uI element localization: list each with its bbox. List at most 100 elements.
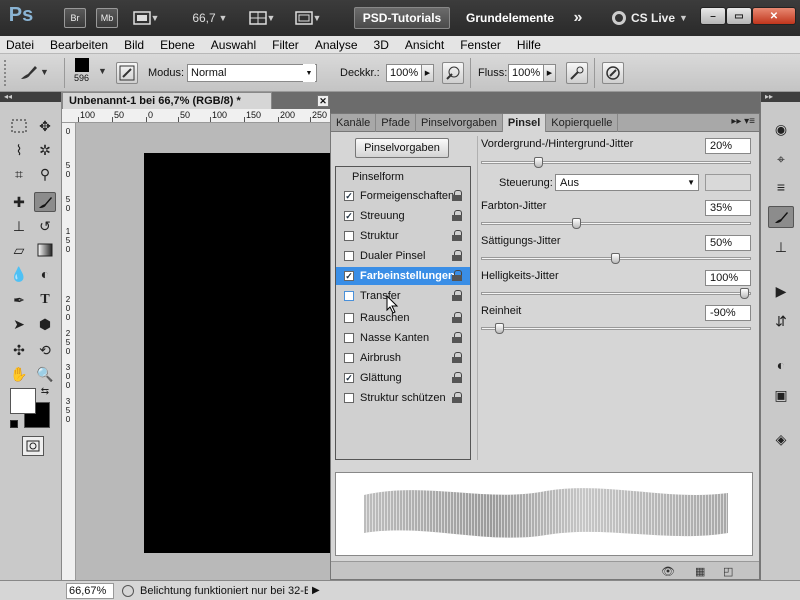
checkbox[interactable] <box>344 231 354 241</box>
maximize-button[interactable]: ▭ <box>726 7 752 25</box>
vh-jitter-input[interactable]: 20% <box>705 138 751 154</box>
menu-3d[interactable]: 3D <box>374 38 389 52</box>
minimize-button[interactable]: – <box>700 7 726 25</box>
lock-icon[interactable] <box>452 230 462 241</box>
menu-bild[interactable]: Bild <box>124 38 144 52</box>
steuerung-select[interactable]: Aus ▼ <box>555 174 699 191</box>
collapse-icon[interactable]: ◂◂ <box>0 92 61 102</box>
lock-icon[interactable] <box>452 290 462 301</box>
menu-datei[interactable]: Datei <box>6 38 34 52</box>
menu-hilfe[interactable]: Hilfe <box>517 38 541 52</box>
workspace-grundelemente[interactable]: Grundelemente <box>460 8 560 28</box>
toggle-brush-panel-button[interactable] <box>116 62 138 84</box>
chevron-down-icon[interactable]: ▼ <box>98 66 107 76</box>
menu-bearbeiten[interactable]: Bearbeiten <box>50 38 108 52</box>
list-item-airbrush[interactable]: Airbrush <box>336 349 470 367</box>
helligkeits-jitter-input[interactable]: 100% <box>705 270 751 286</box>
chevron-down-icon[interactable]: ▼ <box>216 8 230 28</box>
3d-orbit-tool-icon[interactable]: ⟲ <box>34 340 56 360</box>
menu-filter[interactable]: Filter <box>272 38 299 52</box>
fluss-input[interactable]: 100% ▶ <box>508 64 556 82</box>
history-brush-tool-icon[interactable]: ↺ <box>34 216 56 236</box>
list-item-streuung[interactable]: ✓ Streuung <box>336 207 470 225</box>
arrange-documents-button[interactable]: ▼ <box>244 8 280 28</box>
cs-live-button[interactable]: CS Live ▼ <box>612 8 692 28</box>
checkbox[interactable] <box>344 393 354 403</box>
list-item-nasse-kanten[interactable]: Nasse Kanten <box>336 329 470 347</box>
menu-auswahl[interactable]: Auswahl <box>211 38 256 52</box>
panel-menu-icon[interactable]: ▸▸ ▾≡ <box>731 116 755 127</box>
mini-bridge-button[interactable]: Mb <box>96 8 118 28</box>
workspace-psd-tutorials[interactable]: PSD-Tutorials <box>354 7 450 29</box>
farbton-jitter-slider[interactable] <box>481 218 751 229</box>
status-zoom-input[interactable]: 66,67% <box>66 582 114 599</box>
tab-kopierquelle[interactable]: Kopierquelle <box>546 114 619 132</box>
history-panel-icon[interactable]: ⇵ <box>768 310 794 332</box>
tab-pinselvorgaben[interactable]: Pinselvorgaben <box>416 114 503 132</box>
path-selection-tool-icon[interactable]: ➤ <box>8 314 30 334</box>
menu-analyse[interactable]: Analyse <box>315 38 358 52</box>
lock-icon[interactable] <box>452 250 462 261</box>
airbrush-button[interactable] <box>566 62 588 84</box>
healing-brush-tool-icon[interactable]: ✚ <box>8 192 30 212</box>
more-workspaces-button[interactable]: » <box>566 8 590 28</box>
transform-panel-icon[interactable]: ⌖ <box>768 148 794 170</box>
pen-tool-icon[interactable]: ✒ <box>8 290 30 310</box>
saettigungs-jitter-slider[interactable] <box>481 253 751 264</box>
deckkraft-input[interactable]: 100% ▶ <box>386 64 434 82</box>
hand-tool-icon[interactable]: ✋ <box>8 364 30 384</box>
lock-icon[interactable] <box>452 372 462 383</box>
checkbox[interactable] <box>344 333 354 343</box>
magic-wand-tool-icon[interactable]: ✲ <box>34 140 56 160</box>
reinheit-input[interactable]: -90% <box>705 305 751 321</box>
list-item-rauschen[interactable]: Rauschen <box>336 309 470 327</box>
grid-icon[interactable]: ▦ <box>695 565 705 578</box>
brush-size-picker[interactable]: 596 <box>74 58 89 83</box>
list-item-formeigenschaften[interactable]: ✓ Formeigenschaften <box>336 187 470 205</box>
screen-mode-button[interactable]: ▼ <box>290 8 326 28</box>
brush-tool-icon[interactable] <box>34 192 56 212</box>
eraser-tool-icon[interactable]: ▱ <box>8 240 30 260</box>
options-grip[interactable] <box>4 60 12 86</box>
lock-icon[interactable] <box>452 332 462 343</box>
lock-icon[interactable] <box>452 210 462 221</box>
checkbox[interactable] <box>344 251 354 261</box>
slider-thumb[interactable] <box>611 253 620 264</box>
zoom-tool-icon[interactable]: 🔍 <box>34 364 56 384</box>
marquee-tool-icon[interactable] <box>8 116 30 136</box>
lasso-tool-icon[interactable]: ⌇ <box>8 140 30 160</box>
new-preset-icon[interactable]: ◰ <box>723 565 733 578</box>
layers-panel-icon[interactable]: ◈ <box>768 428 794 450</box>
tab-pfade[interactable]: Pfade <box>376 114 417 132</box>
mask-panel-icon[interactable]: ◐ <box>768 354 794 376</box>
status-info-icon[interactable] <box>122 584 134 597</box>
close-window-button[interactable]: ✕ <box>752 7 796 25</box>
checkbox[interactable]: ✓ <box>344 191 354 201</box>
tab-pinsel[interactable]: Pinsel <box>502 114 547 132</box>
list-item-glaettung[interactable]: ✓ Glättung <box>336 369 470 387</box>
list-item-dualer-pinsel[interactable]: Dualer Pinsel <box>336 247 470 265</box>
pinselvorgaben-button[interactable]: Pinselvorgaben <box>355 138 449 158</box>
clone-stamp-tool-icon[interactable]: ⊥ <box>8 216 30 236</box>
checkbox[interactable]: ✓ <box>344 211 354 221</box>
lock-icon[interactable] <box>452 190 462 201</box>
lock-icon[interactable] <box>452 392 462 403</box>
document-canvas[interactable] <box>144 153 330 553</box>
list-item-struktur[interactable]: Struktur <box>336 227 470 245</box>
tool-preset-picker[interactable]: ▼ <box>18 62 49 82</box>
actions-panel-icon[interactable]: ▶ <box>768 280 794 302</box>
status-menu-arrow-icon[interactable]: ▶ <box>312 585 320 596</box>
3d-rotate-tool-icon[interactable]: ✣ <box>8 340 30 360</box>
checkbox[interactable] <box>344 313 354 323</box>
farbton-jitter-input[interactable]: 35% <box>705 200 751 216</box>
foreground-color-swatch[interactable] <box>10 388 36 414</box>
shape-tool-icon[interactable]: ⬢ <box>34 314 56 334</box>
menu-ansicht[interactable]: Ansicht <box>405 38 444 52</box>
list-item-struktur-schuetzen[interactable]: Struktur schützen <box>336 389 470 407</box>
vh-jitter-slider[interactable] <box>481 157 751 168</box>
modus-select[interactable]: Normal ▼ <box>187 64 317 82</box>
expand-icon[interactable]: ▸▸ <box>761 92 800 102</box>
color-panel-icon[interactable]: ◉ <box>768 118 794 140</box>
close-document-button[interactable]: ✕ <box>317 95 329 107</box>
pressure-opacity-button[interactable] <box>442 62 464 84</box>
